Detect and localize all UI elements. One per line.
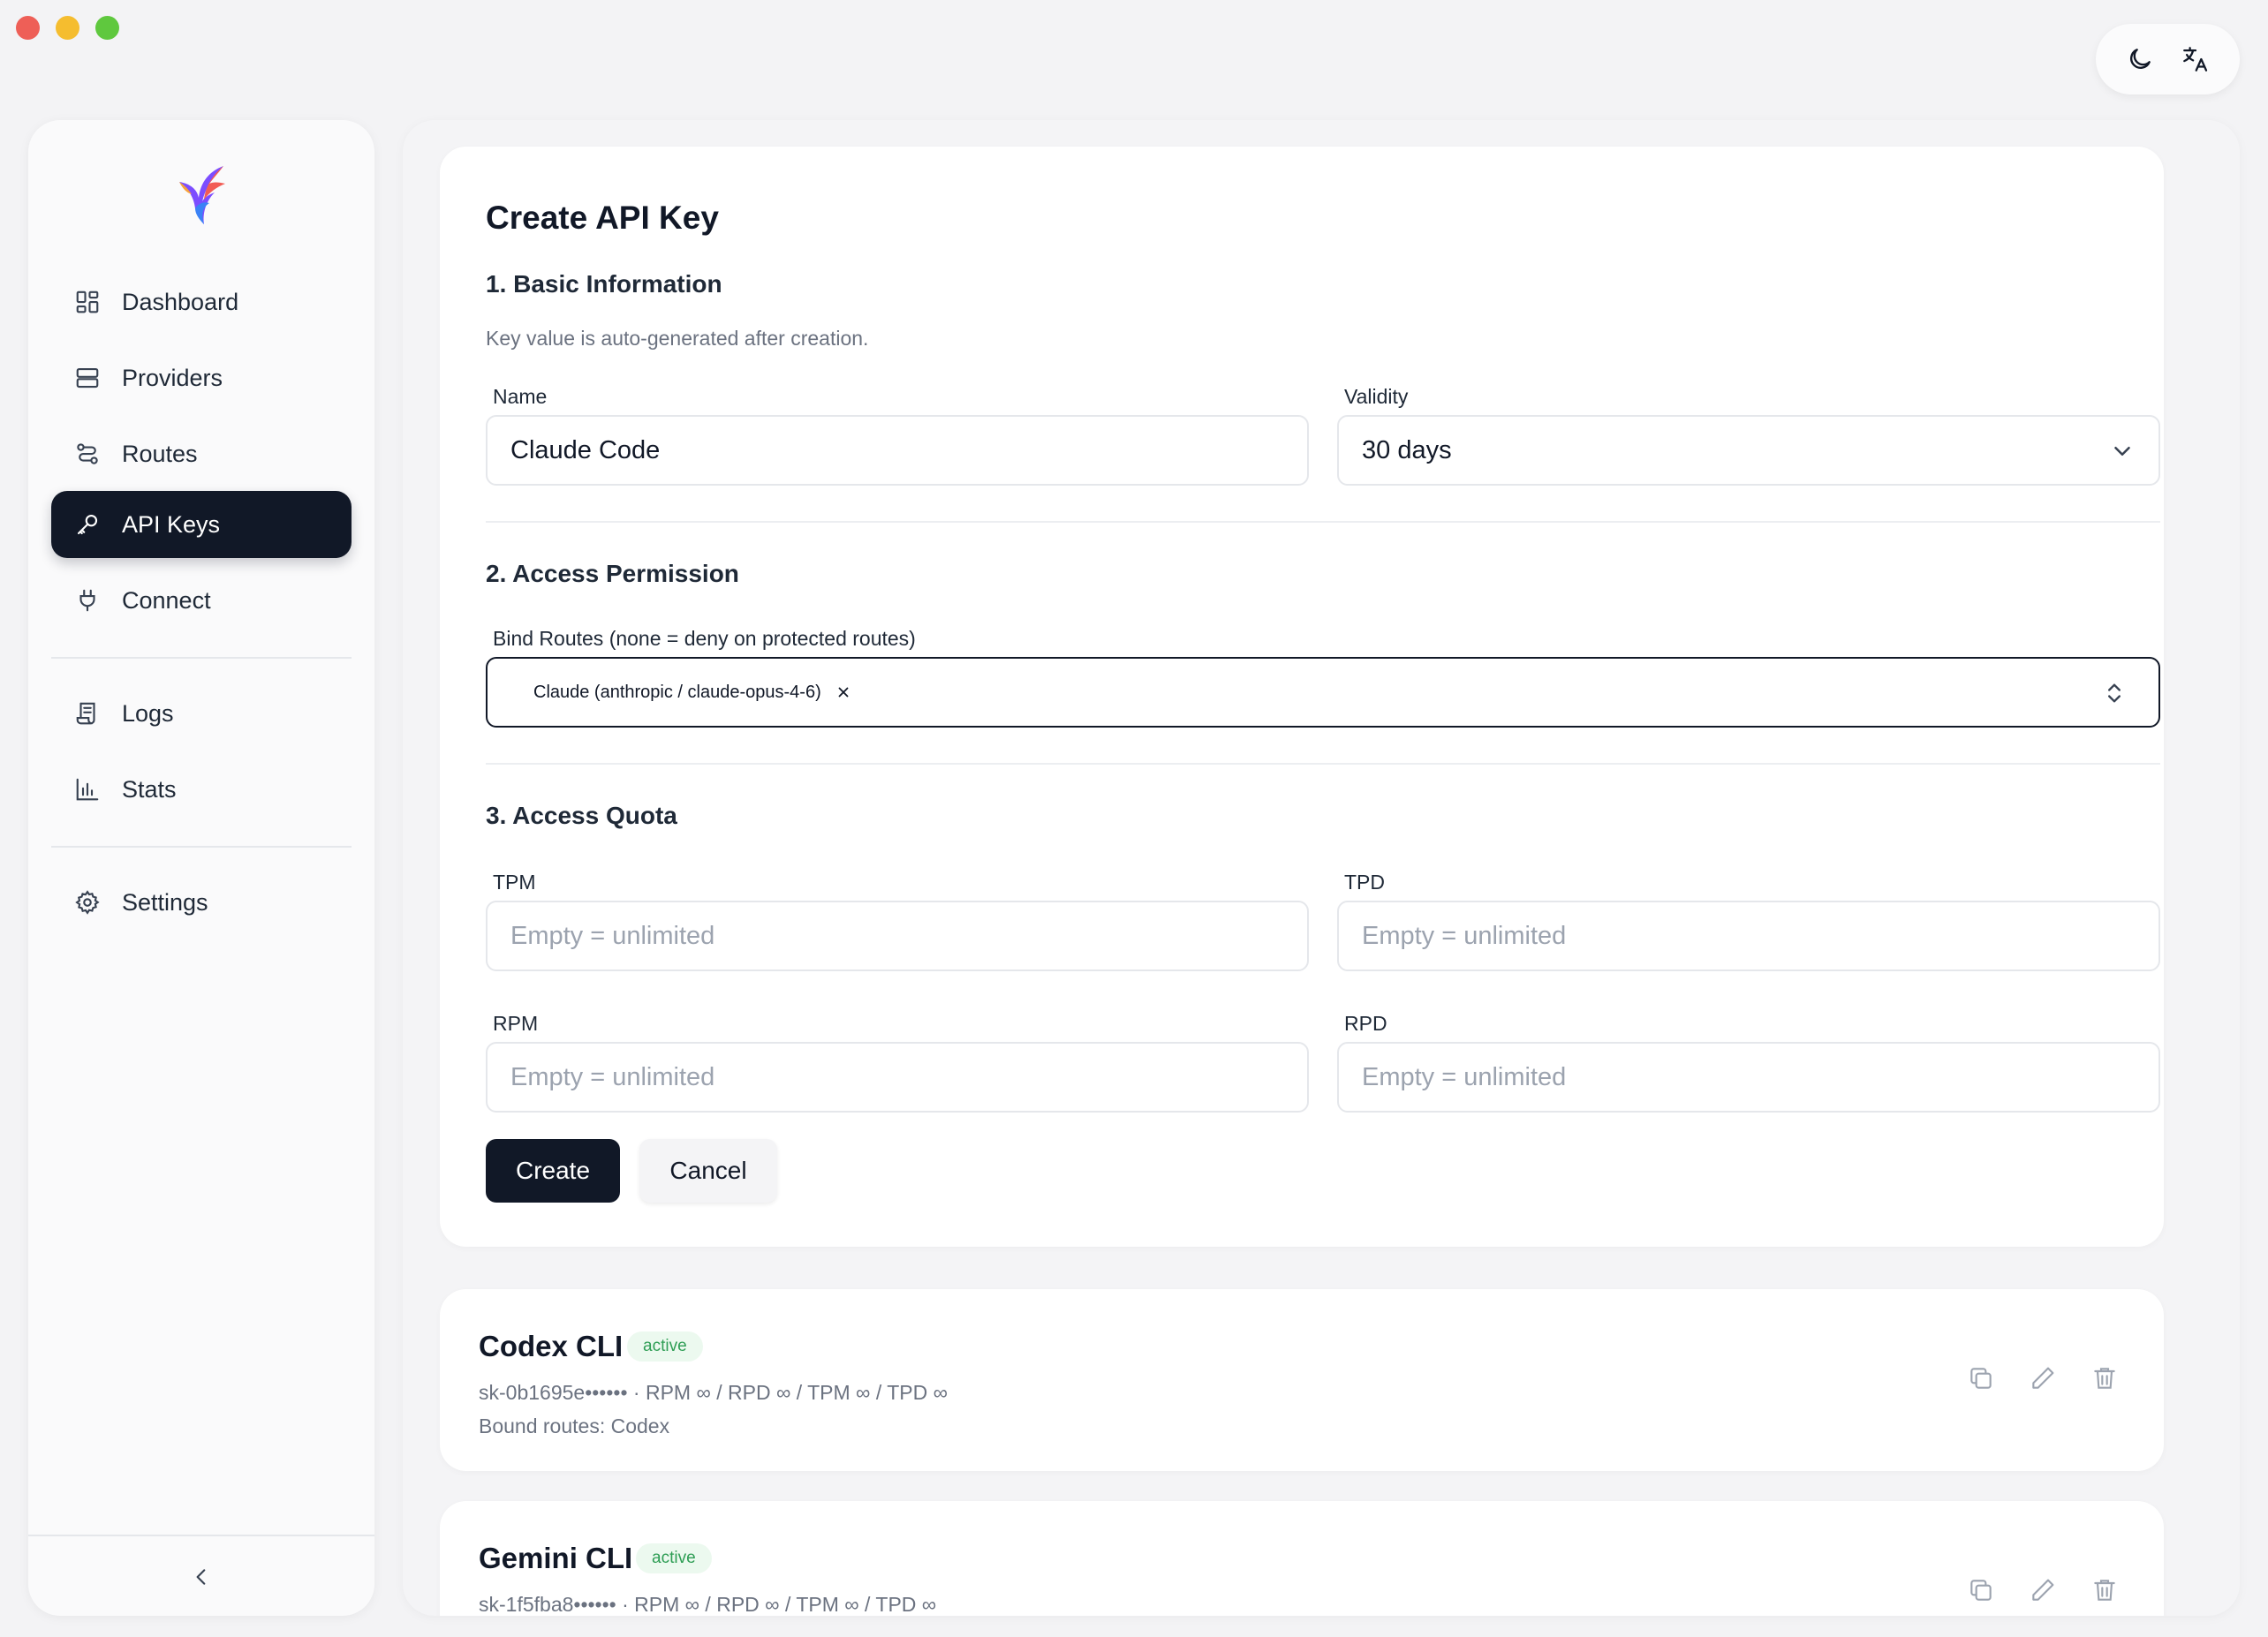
app-logo [174,162,229,226]
api-key-name: Gemini CLI [479,1542,633,1574]
tpm-input[interactable] [486,901,1309,971]
sidebar-item-connect[interactable]: Connect [51,567,352,634]
top-toolbar [2096,24,2240,94]
translate-icon [2183,47,2208,72]
maximize-window-button[interactable] [95,16,119,40]
trash-icon [2094,1580,2115,1601]
name-label: Name [493,385,548,408]
sidebar-item-label: Settings [122,888,208,916]
key-icon [72,509,102,539]
cancel-button[interactable]: Cancel [639,1139,777,1203]
create-api-key-form: Create API Key 1. Basic Information Key … [440,147,2164,1247]
sidebar-item-label: Dashboard [122,288,239,315]
rpd-input[interactable] [1337,1042,2160,1113]
rpm-label: RPM [493,1012,539,1035]
pencil-icon [2032,1367,2054,1389]
dashboard-icon [72,287,102,317]
section-basic-info-help: Key value is auto-generated after creati… [486,327,869,350]
close-icon [838,687,849,698]
page-title: Create API Key [486,200,719,236]
section-access-quota-title: 3. Access Quota [486,802,677,829]
tpd-label: TPD [1344,871,1385,894]
validity-select[interactable]: 30 days [1337,415,2160,486]
sidebar-item-label: Providers [122,364,223,391]
sidebar-item-dashboard[interactable]: Dashboard [51,268,352,336]
sidebar-divider [51,846,352,848]
sidebar-item-label: Logs [122,699,174,727]
sidebar-divider [51,657,352,659]
create-button[interactable]: Create [486,1139,620,1203]
plug-icon [72,585,102,615]
sidebar-item-stats[interactable]: Stats [51,756,352,823]
rpm-input[interactable] [486,1042,1309,1113]
close-window-button[interactable] [16,16,40,40]
delete-key-button[interactable] [2090,1575,2120,1605]
tpd-input[interactable] [1337,901,2160,971]
api-key-actions [1966,1363,2120,1393]
chevron-up-down-icon [2108,683,2121,703]
rpd-label: RPD [1344,1012,1387,1035]
chevron-down-icon [2114,447,2130,456]
copy-icon [1970,1580,1992,1601]
validity-value: 30 days [1362,435,1452,464]
sidebar-item-api-keys[interactable]: API Keys [51,491,352,558]
copy-key-button[interactable] [1966,1575,1996,1605]
logs-icon [72,698,102,728]
language-button[interactable] [2176,40,2215,79]
section-divider [486,521,2160,523]
copy-key-button[interactable] [1966,1363,1996,1393]
bind-routes-label: Bind Routes (none = deny on protected ro… [493,627,916,650]
edit-key-button[interactable] [2028,1575,2058,1605]
sidebar-item-providers[interactable]: Providers [51,344,352,411]
trash-icon [2094,1368,2115,1389]
theme-toggle-button[interactable] [2121,40,2159,79]
validity-label: Validity [1344,385,1409,408]
bar-chart-icon [72,774,102,804]
route-chip-label: Claude (anthropic / claude-opus-4-6) [533,682,821,702]
server-icon [72,363,102,393]
api-key-meta: sk-1f5fba8•••••• · RPM ∞ / RPD ∞ / TPM ∞… [479,1593,937,1616]
collapse-sidebar-button[interactable] [184,1559,219,1595]
remove-route-button[interactable] [834,683,853,702]
sidebar: Dashboard Providers Routes API Keys Conn… [28,120,374,1616]
route-chip: Claude (anthropic / claude-opus-4-6) [533,683,853,703]
pencil-icon [2032,1579,2054,1601]
moon-icon [2129,49,2151,69]
sidebar-item-logs[interactable]: Logs [51,680,352,747]
gear-icon [72,887,102,917]
section-divider [486,763,2160,765]
main-content: Create API Key 1. Basic Information Key … [403,120,2240,1616]
status-badge: active [636,1543,712,1573]
api-key-actions [1966,1575,2120,1605]
section-access-permission-title: 2. Access Permission [486,560,739,587]
sidebar-item-label: Connect [122,586,211,614]
window-controls [16,16,119,40]
copy-icon [1970,1368,1992,1389]
api-key-name: Codex CLI [479,1330,624,1362]
name-input[interactable] [486,415,1309,486]
chevron-left-icon [196,1569,206,1585]
minimize-window-button[interactable] [56,16,79,40]
routes-icon [72,439,102,469]
section-basic-info-title: 1. Basic Information [486,270,722,298]
api-key-card: Gemini CLI active sk-1f5fba8•••••• · RPM… [440,1501,2164,1616]
sidebar-item-label: API Keys [122,510,221,538]
api-key-card: Codex CLI active sk-0b1695e•••••• · RPM … [440,1289,2164,1471]
tpm-label: TPM [493,871,536,894]
sidebar-item-label: Routes [122,440,198,467]
sidebar-item-routes[interactable]: Routes [51,420,352,487]
api-key-meta: sk-0b1695e•••••• · RPM ∞ / RPD ∞ / TPM ∞… [479,1381,948,1404]
sidebar-footer-divider [28,1535,374,1536]
edit-key-button[interactable] [2028,1363,2058,1393]
delete-key-button[interactable] [2090,1363,2120,1393]
sidebar-item-settings[interactable]: Settings [51,869,352,936]
sidebar-item-label: Stats [122,775,177,803]
api-key-routes: Bound routes: Codex [479,1414,670,1437]
bind-routes-multiselect[interactable]: Claude (anthropic / claude-opus-4-6) [486,657,2160,728]
status-badge: active [627,1331,703,1362]
